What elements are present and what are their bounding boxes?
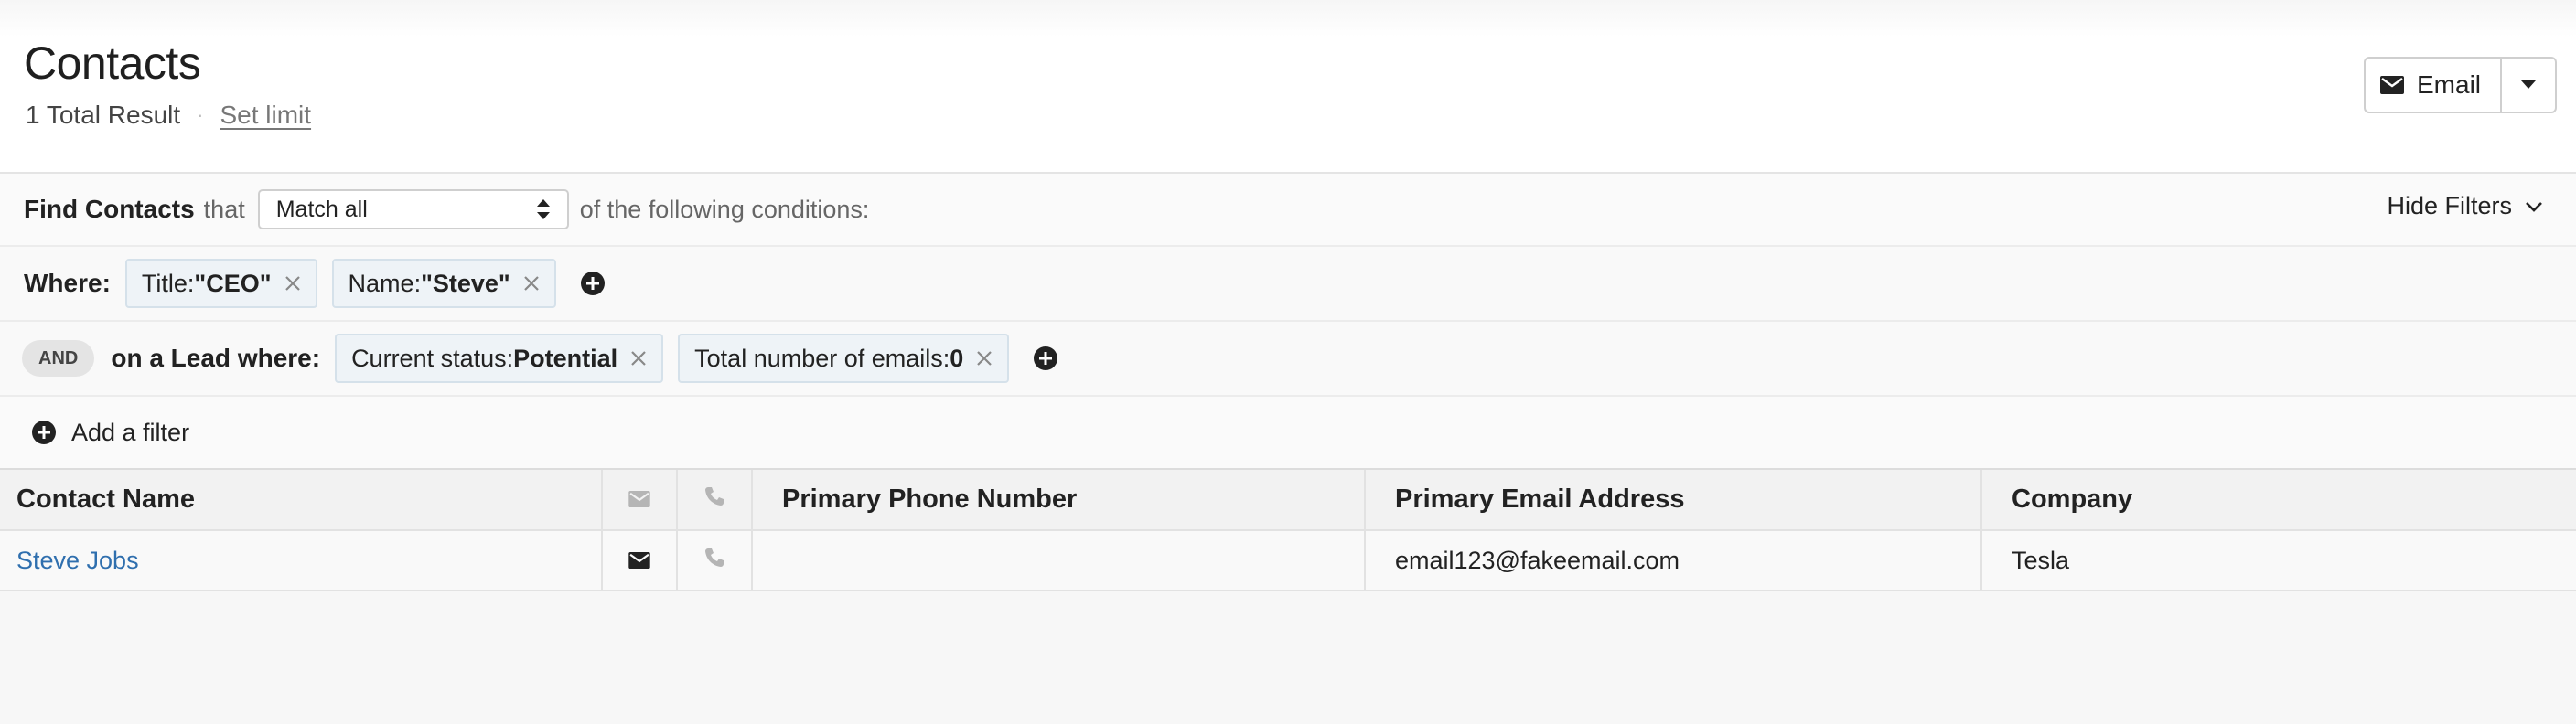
table-row[interactable]: Steve Jobs email123@fakeemail.com Tesla bbox=[0, 530, 2576, 591]
result-count: 1 Total Result bbox=[26, 101, 181, 129]
phone-icon bbox=[703, 547, 725, 569]
select-arrows-icon bbox=[536, 198, 551, 220]
lead-filter-row: AND on a Lead where: Current status: Pot… bbox=[0, 322, 2576, 397]
column-header-primary-phone[interactable]: Primary Phone Number bbox=[752, 470, 1366, 531]
close-icon[interactable] bbox=[284, 275, 301, 292]
contact-name-link[interactable]: Steve Jobs bbox=[16, 547, 139, 574]
match-select-value: Match all bbox=[275, 196, 368, 222]
email-status-cell[interactable] bbox=[602, 530, 678, 591]
lead-where-label: on a Lead where: bbox=[111, 344, 321, 372]
and-badge: AND bbox=[22, 340, 95, 377]
column-header-primary-email[interactable]: Primary Email Address bbox=[1365, 470, 1982, 531]
hide-filters-button[interactable]: Hide Filters bbox=[2387, 192, 2543, 220]
column-header-email-icon[interactable] bbox=[602, 470, 678, 531]
plus-circle-icon[interactable] bbox=[1033, 346, 1058, 371]
set-limit-link[interactable]: Set limit bbox=[220, 101, 311, 130]
chip-label: Title: bbox=[141, 269, 195, 297]
company-cell: Tesla bbox=[1981, 530, 2576, 591]
chip-label: Name: bbox=[348, 269, 422, 297]
close-icon[interactable] bbox=[630, 350, 647, 367]
add-filter-label: Add a filter bbox=[71, 418, 190, 446]
page-title: Contacts bbox=[24, 37, 201, 89]
filter-chip-total-emails[interactable]: Total number of emails: 0 bbox=[678, 334, 1010, 383]
table-header-row: Contact Name Primary Phone Number Primar… bbox=[0, 470, 2576, 531]
chip-value: Potential bbox=[513, 344, 618, 372]
chip-value: "CEO" bbox=[194, 269, 272, 297]
hide-filters-label: Hide Filters bbox=[2387, 192, 2512, 219]
chip-label: Total number of emails: bbox=[694, 344, 950, 372]
phone-status-cell[interactable] bbox=[677, 530, 753, 591]
phone-icon bbox=[703, 485, 725, 507]
add-filter-button[interactable]: Add a filter bbox=[31, 419, 189, 447]
column-header-company[interactable]: Company bbox=[1981, 470, 2576, 531]
chip-value: "Steve" bbox=[421, 269, 510, 297]
email-button[interactable]: Email bbox=[2366, 59, 2502, 112]
envelope-icon bbox=[628, 551, 650, 569]
filter-chip-name[interactable]: Name: "Steve" bbox=[331, 259, 556, 308]
filter-chip-current-status[interactable]: Current status: Potential bbox=[335, 334, 664, 383]
email-dropdown-toggle[interactable] bbox=[2502, 59, 2555, 112]
caret-down-icon bbox=[2521, 80, 2536, 90]
where-filter-row: Where: Title: "CEO" Name: "Steve" bbox=[0, 247, 2576, 322]
chevron-down-icon bbox=[2512, 201, 2543, 212]
primary-phone-cell bbox=[752, 530, 1366, 591]
primary-email-cell: email123@fakeemail.com bbox=[1365, 530, 1982, 591]
conditions-text: of the following conditions: bbox=[579, 195, 870, 223]
column-header-contact-name[interactable]: Contact Name bbox=[0, 470, 603, 531]
result-summary: 1 Total Result · Set limit bbox=[26, 101, 311, 130]
add-filter-row: Add a filter bbox=[0, 397, 2576, 470]
email-button-label: Email bbox=[2417, 70, 2482, 99]
envelope-icon bbox=[628, 491, 650, 507]
page-header: Contacts 1 Total Result · Set limit Emai… bbox=[0, 0, 2576, 174]
close-icon[interactable] bbox=[523, 275, 540, 292]
close-icon[interactable] bbox=[976, 350, 993, 367]
filter-chip-title[interactable]: Title: "CEO" bbox=[124, 259, 317, 308]
separator: · bbox=[197, 103, 204, 126]
envelope-icon bbox=[2380, 76, 2417, 94]
find-contacts-label: Find Contacts bbox=[24, 195, 195, 223]
chip-label: Current status: bbox=[351, 344, 514, 372]
contact-name-cell: Steve Jobs bbox=[0, 530, 603, 591]
match-select[interactable]: Match all bbox=[257, 189, 569, 229]
chip-value: 0 bbox=[950, 344, 964, 372]
column-header-phone-icon[interactable] bbox=[677, 470, 753, 531]
contacts-table: Contact Name Primary Phone Number Primar… bbox=[0, 470, 2576, 591]
where-label: Where: bbox=[24, 269, 111, 297]
that-text: that bbox=[203, 195, 245, 223]
filter-match-row: Find Contacts that Match all of the foll… bbox=[0, 174, 2576, 247]
email-button-group: Email bbox=[2364, 57, 2557, 113]
plus-circle-icon bbox=[31, 420, 71, 445]
plus-circle-icon[interactable] bbox=[580, 271, 606, 296]
